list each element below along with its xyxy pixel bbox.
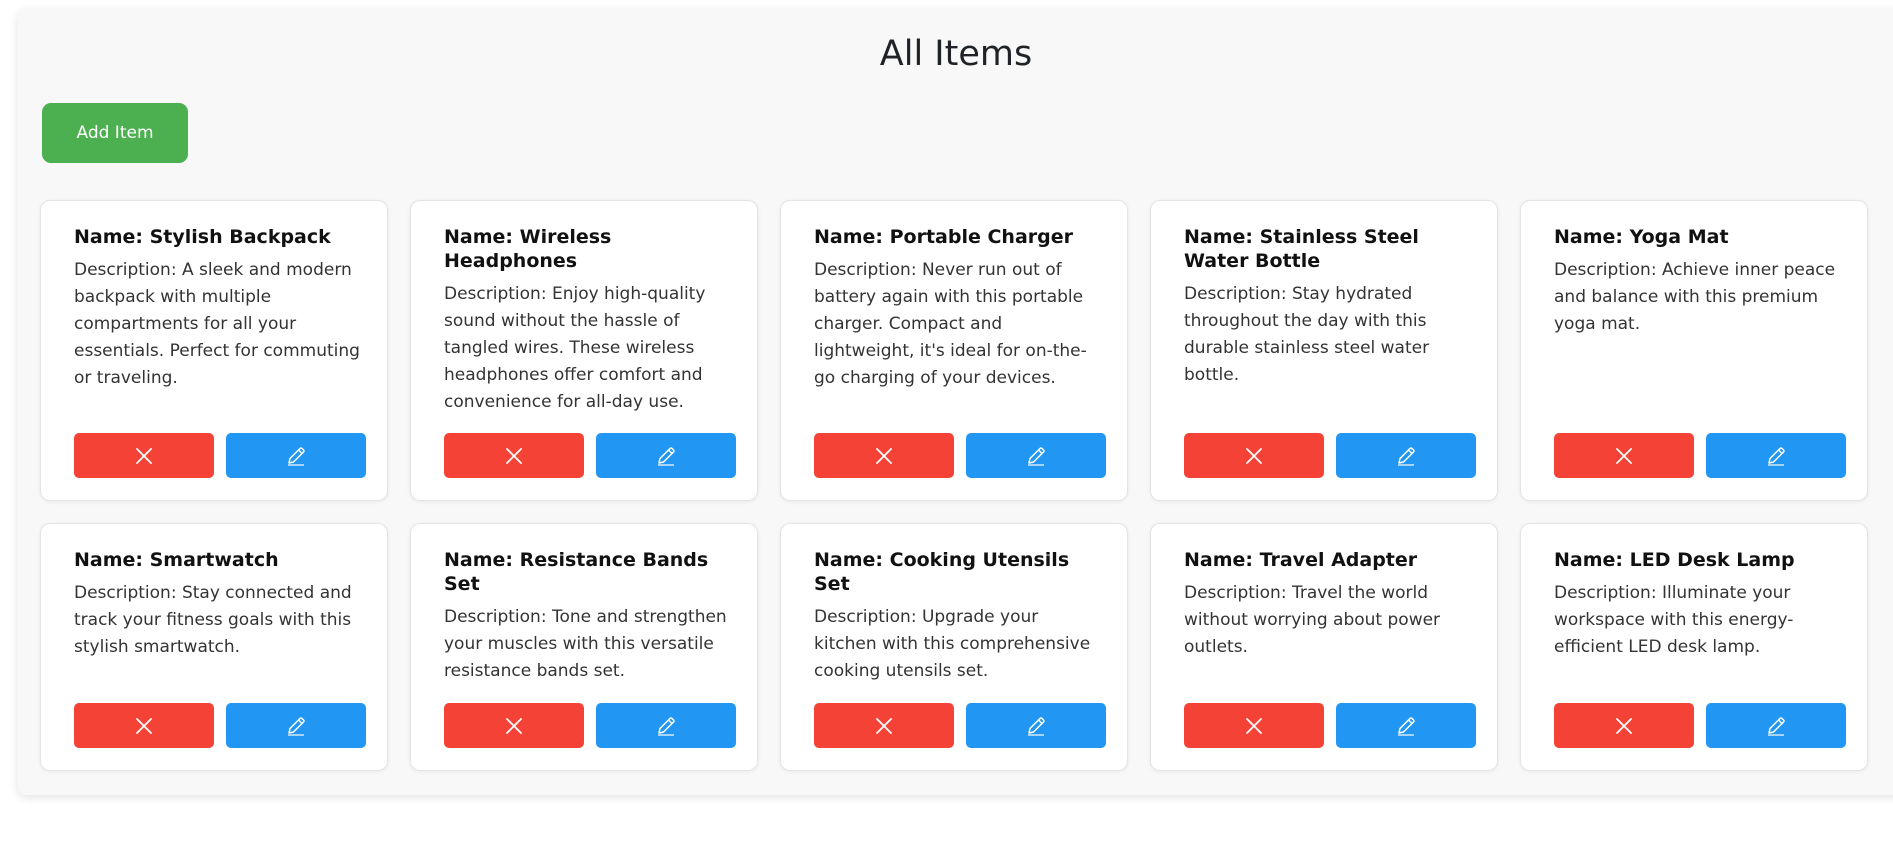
item-card: Name: Wireless Headphones Description: E… [410, 200, 758, 501]
delete-button[interactable] [1554, 433, 1694, 478]
delete-button[interactable] [1184, 433, 1324, 478]
pencil-icon [658, 446, 675, 466]
item-actions [814, 433, 1106, 478]
close-icon [876, 447, 892, 464]
item-card: Name: Travel Adapter Description: Travel… [1150, 523, 1498, 771]
item-card: Name: Yoga Mat Description: Achieve inne… [1520, 200, 1868, 501]
edit-button[interactable] [226, 433, 366, 478]
pencil-icon [1028, 446, 1045, 466]
item-description: Description: Achieve inner peace and bal… [1554, 260, 1836, 334]
close-icon [506, 717, 522, 734]
items-panel: All Items Add Item Name: Stylish Backpac… [18, 10, 1893, 795]
item-description: Description: Illuminate your workspace w… [1554, 583, 1794, 657]
close-icon [1616, 447, 1632, 464]
item-name: Name: Resistance Bands Set [444, 549, 709, 595]
close-icon [1246, 717, 1262, 734]
delete-button[interactable] [74, 703, 214, 748]
item-card: Name: Cooking Utensils Set Description: … [780, 523, 1128, 771]
edit-button[interactable] [966, 433, 1106, 478]
item-card: Name: Smartwatch Description: Stay conne… [40, 523, 388, 771]
item-actions [814, 703, 1106, 748]
item-name: Name: Travel Adapter [1184, 549, 1418, 571]
pencil-icon [288, 716, 305, 736]
pencil-icon [1768, 716, 1785, 736]
item-name: Name: LED Desk Lamp [1554, 549, 1795, 571]
edit-button[interactable] [966, 703, 1106, 748]
item-name: Name: Portable Charger [814, 226, 1074, 248]
item-actions [444, 703, 736, 748]
edit-button[interactable] [596, 703, 736, 748]
item-actions [1184, 433, 1476, 478]
edit-button[interactable] [226, 703, 366, 748]
item-card: Name: Resistance Bands Set Description: … [410, 523, 758, 771]
close-icon [1246, 447, 1262, 464]
items-grid: Name: Stylish Backpack Description: A sl… [40, 200, 1868, 771]
item-name: Name: Yoga Mat [1554, 226, 1729, 248]
page-title: All Items [879, 34, 1033, 74]
item-actions [1184, 703, 1476, 748]
item-name: Name: Stylish Backpack [74, 226, 331, 248]
item-description: Description: Never run out of battery ag… [814, 260, 1087, 388]
item-actions [74, 703, 366, 748]
item-actions [1554, 433, 1846, 478]
delete-button[interactable] [444, 433, 584, 478]
edit-button[interactable] [1706, 703, 1846, 748]
item-description: Description: Upgrade your kitchen with t… [814, 607, 1091, 681]
close-icon [136, 447, 152, 464]
edit-button[interactable] [1336, 433, 1476, 478]
item-description: Description: Enjoy high-quality sound wi… [444, 284, 706, 412]
item-actions [444, 433, 736, 478]
edit-button[interactable] [1336, 703, 1476, 748]
edit-button[interactable] [1706, 433, 1846, 478]
item-card: Name: Stainless Steel Water Bottle Descr… [1150, 200, 1498, 501]
delete-button[interactable] [74, 433, 214, 478]
pencil-icon [1398, 716, 1415, 736]
close-icon [136, 717, 152, 734]
close-icon [1616, 717, 1632, 734]
item-description: Description: Travel the world without wo… [1184, 583, 1441, 657]
item-actions [1554, 703, 1846, 748]
item-name: Name: Stainless Steel Water Bottle [1184, 226, 1419, 272]
delete-button[interactable] [1184, 703, 1324, 748]
item-card: Name: Portable Charger Description: Neve… [780, 200, 1128, 501]
delete-button[interactable] [814, 703, 954, 748]
item-name: Name: Smartwatch [74, 549, 279, 571]
pencil-icon [658, 716, 675, 736]
add-item-button[interactable]: Add Item [42, 103, 188, 163]
pencil-icon [1028, 716, 1045, 736]
item-description: Description: A sleek and modern backpack… [74, 260, 360, 388]
item-description: Description: Stay hydrated throughout th… [1184, 284, 1430, 385]
pencil-icon [1398, 446, 1415, 466]
item-card: Name: LED Desk Lamp Description: Illumin… [1520, 523, 1868, 771]
close-icon [506, 447, 522, 464]
item-card: Name: Stylish Backpack Description: A sl… [40, 200, 388, 501]
pencil-icon [288, 446, 305, 466]
item-description: Description: Stay connected and track yo… [74, 583, 352, 657]
close-icon [876, 717, 892, 734]
item-description: Description: Tone and strengthen your mu… [444, 607, 727, 681]
item-name: Name: Wireless Headphones [444, 226, 612, 272]
item-name: Name: Cooking Utensils Set [814, 549, 1070, 595]
delete-button[interactable] [444, 703, 584, 748]
delete-button[interactable] [1554, 703, 1694, 748]
edit-button[interactable] [596, 433, 736, 478]
pencil-icon [1768, 446, 1785, 466]
item-actions [74, 433, 366, 478]
delete-button[interactable] [814, 433, 954, 478]
